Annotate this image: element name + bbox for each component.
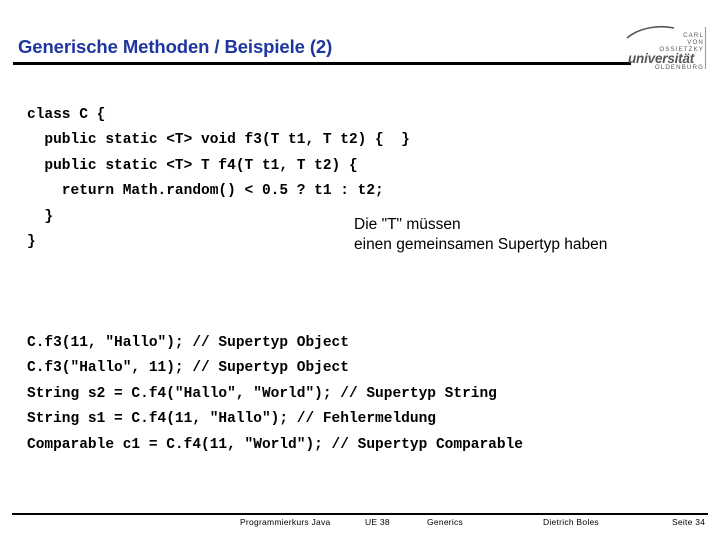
logo-line-1: CARL	[683, 32, 704, 39]
logo-graphic: CARL VON OSSIETZKY universität OLDENBURG	[626, 25, 707, 70]
page-title: Generische Methoden / Beispiele (2)	[18, 36, 333, 57]
footer-divider	[12, 513, 708, 515]
footer-page-number: Seite 34	[672, 517, 706, 527]
code-listing-class-definition: class C { public static <T> void f3(T t1…	[27, 106, 410, 251]
logo-city: OLDENBURG	[655, 64, 704, 70]
carl-von-ossietzky-universitaet-oldenburg-logo: CARL VON OSSIETZKY universität OLDENBURG	[626, 24, 710, 70]
slide-canvas: Generische Methoden / Beispiele (2) CARL…	[0, 0, 720, 540]
footer: Programmierkurs Java UE 38 Generics Diet…	[12, 517, 708, 533]
logo-line-2: VON	[687, 39, 704, 46]
annotation-supertype-note: Die "T" müssen einen gemeinsamen Superty…	[354, 216, 608, 253]
footer-author: Dietrich Boles	[543, 517, 599, 527]
footer-topic: Generics	[427, 517, 464, 527]
title-divider	[13, 62, 631, 65]
logo-arc-icon	[626, 25, 675, 39]
footer-unit: UE 38	[365, 517, 390, 527]
code-listing-usage-examples: C.f3(11, "Hallo"); // Supertyp Object C.…	[27, 334, 523, 453]
footer-course: Programmierkurs Java	[240, 517, 331, 527]
